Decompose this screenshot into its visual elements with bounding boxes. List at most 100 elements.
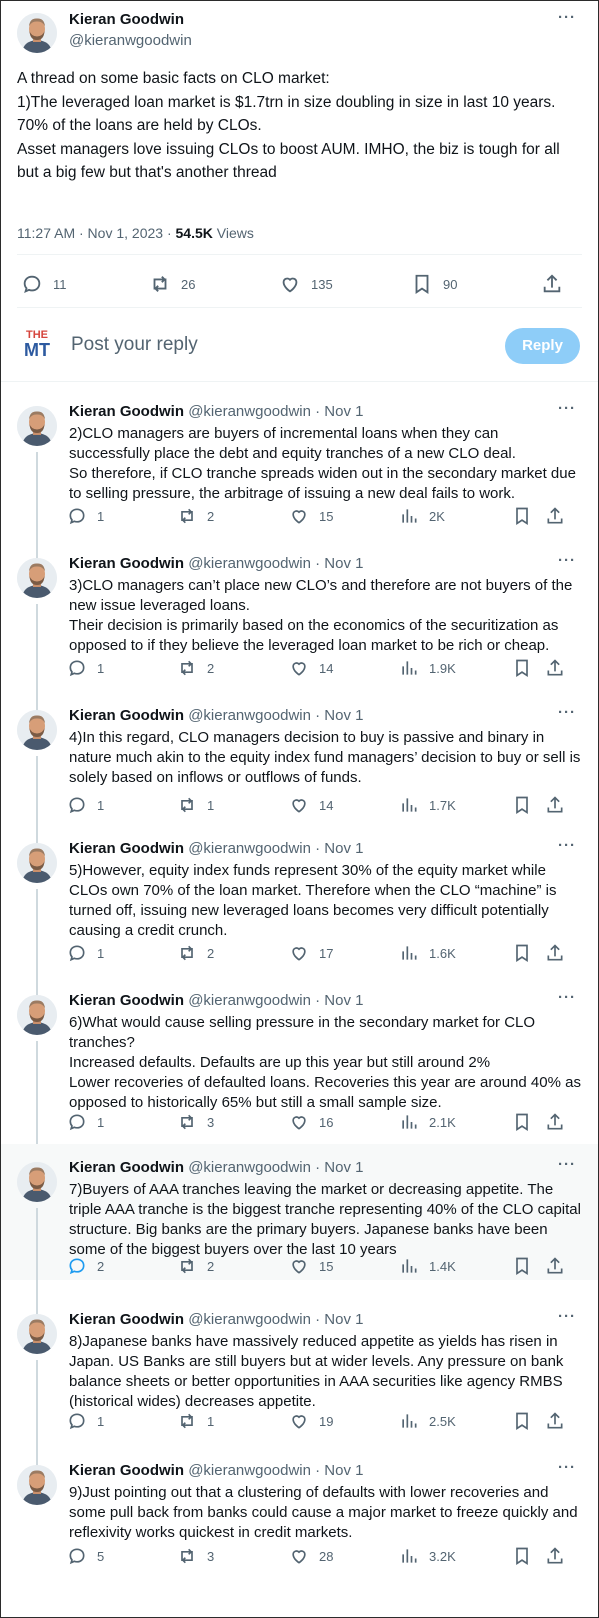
repost-button[interactable]: 1 xyxy=(177,795,214,815)
reply-button[interactable]: 1 xyxy=(67,1411,104,1431)
like-button[interactable]: 14 xyxy=(289,795,333,815)
reply-button[interactable]: 11 xyxy=(21,273,67,295)
share-button[interactable] xyxy=(545,1256,575,1276)
like-button[interactable]: 16 xyxy=(289,1112,333,1132)
thread-reply[interactable]: Kieran Goodwin @kieranwgoodwin · Nov 1 ··… xyxy=(1,1459,598,1572)
author-handle-date[interactable]: @kieranwgoodwin · Nov 1 xyxy=(188,992,363,1009)
more-icon[interactable]: ··· xyxy=(558,989,576,1006)
more-icon[interactable]: ··· xyxy=(558,9,576,26)
like-button[interactable]: 19 xyxy=(289,1411,333,1431)
views-button[interactable]: 1.9K xyxy=(399,658,456,678)
share-button[interactable] xyxy=(545,506,575,526)
author-avatar[interactable] xyxy=(17,1465,57,1505)
reply-submit-button[interactable]: Reply xyxy=(505,328,580,364)
author-handle-date[interactable]: @kieranwgoodwin · Nov 1 xyxy=(188,555,363,572)
author-name[interactable]: Kieran Goodwin xyxy=(69,707,184,724)
share-button[interactable] xyxy=(545,795,575,815)
more-icon[interactable]: ··· xyxy=(558,1308,576,1325)
bookmark-button[interactable]: 90 xyxy=(411,273,457,295)
more-icon[interactable]: ··· xyxy=(558,400,576,417)
views-button[interactable]: 2K xyxy=(399,506,445,526)
share-button[interactable] xyxy=(545,1546,575,1566)
like-button[interactable]: 135 xyxy=(279,273,333,295)
bookmark-button[interactable] xyxy=(512,1546,542,1566)
author-name[interactable]: Kieran Goodwin xyxy=(69,840,184,857)
author-name[interactable]: Kieran Goodwin xyxy=(69,11,184,28)
reply-button[interactable]: 1 xyxy=(67,506,104,526)
repost-button[interactable]: 2 xyxy=(177,506,214,526)
tweet-timestamp[interactable]: 11:27 AM · Nov 1, 2023 · xyxy=(17,225,176,241)
like-button[interactable]: 15 xyxy=(289,1256,333,1276)
thread-reply[interactable]: Kieran Goodwin @kieranwgoodwin · Nov 1 ··… xyxy=(1,400,598,562)
thread-reply[interactable]: Kieran Goodwin @kieranwgoodwin · Nov 1 ··… xyxy=(1,837,598,999)
bookmark-button[interactable] xyxy=(512,1411,542,1431)
author-name[interactable]: Kieran Goodwin xyxy=(69,1311,184,1328)
share-button[interactable] xyxy=(545,658,575,678)
author-handle-date[interactable]: @kieranwgoodwin · Nov 1 xyxy=(188,707,363,724)
thread-reply[interactable]: Kieran Goodwin @kieranwgoodwin · Nov 1 ··… xyxy=(1,1308,598,1468)
repost-button[interactable]: 2 xyxy=(177,943,214,963)
author-handle-date[interactable]: @kieranwgoodwin · Nov 1 xyxy=(188,403,363,420)
author-avatar[interactable] xyxy=(17,843,57,883)
like-button[interactable]: 14 xyxy=(289,658,333,678)
reply-button[interactable]: 1 xyxy=(67,658,104,678)
bookmark-button[interactable] xyxy=(512,1112,542,1132)
reply-button[interactable]: 1 xyxy=(67,943,104,963)
views-button[interactable]: 1.4K xyxy=(399,1256,456,1276)
thread-reply[interactable]: Kieran Goodwin @kieranwgoodwin · Nov 1 ··… xyxy=(1,989,598,1167)
like-button[interactable]: 15 xyxy=(289,506,333,526)
share-button[interactable] xyxy=(545,1112,575,1132)
bookmark-button[interactable] xyxy=(512,795,542,815)
author-avatar[interactable] xyxy=(17,710,57,750)
author-handle-date[interactable]: @kieranwgoodwin · Nov 1 xyxy=(188,1462,363,1479)
reply-button[interactable]: 2 xyxy=(67,1256,104,1276)
author-handle[interactable]: @kieranwgoodwin xyxy=(69,32,192,49)
author-name[interactable]: Kieran Goodwin xyxy=(69,1159,184,1176)
more-icon[interactable]: ··· xyxy=(558,837,576,854)
author-avatar[interactable] xyxy=(17,995,57,1035)
views-button[interactable]: 2.1K xyxy=(399,1112,456,1132)
author-name[interactable]: Kieran Goodwin xyxy=(69,992,184,1009)
repost-button[interactable]: 3 xyxy=(177,1112,214,1132)
share-button[interactable] xyxy=(545,943,575,963)
author-avatar[interactable] xyxy=(17,558,57,598)
bookmark-button[interactable] xyxy=(512,506,542,526)
author-avatar[interactable] xyxy=(17,1162,57,1202)
author-handle-date[interactable]: @kieranwgoodwin · Nov 1 xyxy=(188,1159,363,1176)
more-icon[interactable]: ··· xyxy=(558,1459,576,1476)
bookmark-button[interactable] xyxy=(512,1256,542,1276)
author-handle-date[interactable]: @kieranwgoodwin · Nov 1 xyxy=(188,840,363,857)
reply-button[interactable]: 1 xyxy=(67,1112,104,1132)
repost-button[interactable]: 26 xyxy=(149,273,195,295)
repost-button[interactable]: 2 xyxy=(177,658,214,678)
reply-button[interactable]: 1 xyxy=(67,795,104,815)
author-name[interactable]: Kieran Goodwin xyxy=(69,1462,184,1479)
thread-reply[interactable]: Kieran Goodwin @kieranwgoodwin · Nov 1 ··… xyxy=(1,1144,598,1316)
author-name[interactable]: Kieran Goodwin xyxy=(69,555,184,572)
share-button[interactable] xyxy=(545,1411,575,1431)
like-button[interactable]: 17 xyxy=(289,943,333,963)
views-button[interactable]: 3.2K xyxy=(399,1546,456,1566)
repost-button[interactable]: 2 xyxy=(177,1256,214,1276)
views-button[interactable]: 1.6K xyxy=(399,943,456,963)
author-avatar[interactable] xyxy=(17,406,57,446)
views-button[interactable]: 1.7K xyxy=(399,795,456,815)
more-icon[interactable]: ··· xyxy=(558,1156,576,1173)
more-icon[interactable]: ··· xyxy=(558,704,576,721)
thread-reply[interactable]: Kieran Goodwin @kieranwgoodwin · Nov 1 ··… xyxy=(1,552,598,714)
author-handle-date[interactable]: @kieranwgoodwin · Nov 1 xyxy=(188,1311,363,1328)
author-avatar[interactable] xyxy=(17,1314,57,1354)
reply-button[interactable]: 5 xyxy=(67,1546,104,1566)
thread-reply[interactable]: Kieran Goodwin @kieranwgoodwin · Nov 1 ··… xyxy=(1,704,598,850)
like-button[interactable]: 28 xyxy=(289,1546,333,1566)
author-avatar[interactable] xyxy=(17,13,57,53)
repost-button[interactable]: 3 xyxy=(177,1546,214,1566)
views-button[interactable]: 2.5K xyxy=(399,1411,456,1431)
reply-input[interactable]: Post your reply xyxy=(71,334,198,356)
repost-button[interactable]: 1 xyxy=(177,1411,214,1431)
bookmark-button[interactable] xyxy=(512,658,542,678)
share-button[interactable] xyxy=(541,273,573,295)
bookmark-button[interactable] xyxy=(512,943,542,963)
more-icon[interactable]: ··· xyxy=(558,552,576,569)
author-name[interactable]: Kieran Goodwin xyxy=(69,403,184,420)
